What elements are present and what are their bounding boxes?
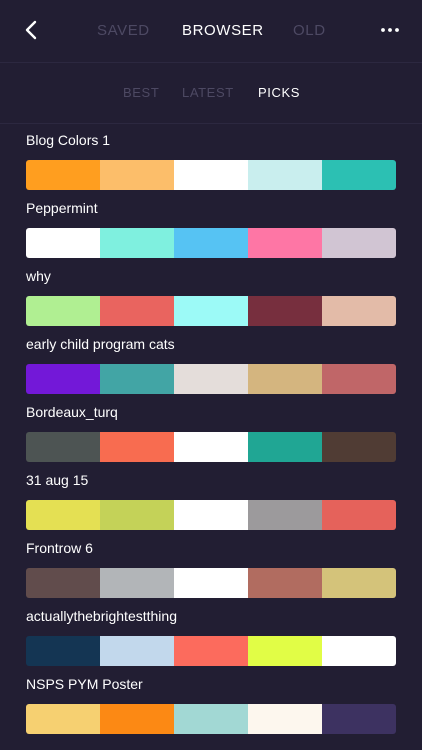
color-swatch[interactable] [174, 704, 248, 734]
color-swatch[interactable] [174, 500, 248, 530]
color-swatch[interactable] [322, 568, 396, 598]
tab-old[interactable]: OLD [293, 22, 326, 39]
color-swatch[interactable] [174, 432, 248, 462]
tab-browser[interactable]: BROWSER [182, 22, 264, 39]
color-swatch[interactable] [26, 500, 100, 530]
color-swatch[interactable] [248, 704, 322, 734]
more-horizontal-icon [381, 28, 399, 32]
subtab-latest[interactable]: LATEST [182, 85, 234, 100]
palette-name: why [26, 268, 51, 284]
color-swatch[interactable] [26, 704, 100, 734]
color-swatch[interactable] [248, 500, 322, 530]
color-swatch[interactable] [174, 160, 248, 190]
palette-swatches[interactable] [26, 704, 396, 734]
color-swatch[interactable] [322, 500, 396, 530]
color-swatch[interactable] [174, 636, 248, 666]
palette-item[interactable]: Frontrow 6 [0, 532, 422, 600]
color-swatch[interactable] [26, 432, 100, 462]
top-bar: SAVED BROWSER OLD [0, 0, 422, 63]
palette-name: Bordeaux_turq [26, 404, 118, 420]
palette-swatches[interactable] [26, 568, 396, 598]
palette-item[interactable]: NSPS PYM Poster [0, 668, 422, 736]
color-swatch[interactable] [100, 704, 174, 734]
palette-name: actuallythebrightestthing [26, 608, 177, 624]
color-swatch[interactable] [100, 432, 174, 462]
sub-tabs: BEST LATEST PICKS [0, 63, 422, 124]
palette-item[interactable]: 31 aug 15 [0, 464, 422, 532]
palette-swatches[interactable] [26, 500, 396, 530]
palette-swatches[interactable] [26, 432, 396, 462]
color-swatch[interactable] [322, 636, 396, 666]
more-button[interactable] [380, 22, 400, 38]
palette-item[interactable]: why [0, 260, 422, 328]
palette-list: Blog Colors 1 Peppermint why early child pr… [0, 124, 422, 736]
color-swatch[interactable] [322, 160, 396, 190]
color-swatch[interactable] [322, 296, 396, 326]
color-swatch[interactable] [26, 568, 100, 598]
palette-item[interactable]: early child program cats [0, 328, 422, 396]
color-swatch[interactable] [322, 228, 396, 258]
palette-name: Frontrow 6 [26, 540, 93, 556]
palette-swatches[interactable] [26, 228, 396, 258]
color-swatch[interactable] [100, 228, 174, 258]
color-swatch[interactable] [248, 568, 322, 598]
color-swatch[interactable] [100, 160, 174, 190]
tab-saved[interactable]: SAVED [97, 22, 150, 39]
subtab-best[interactable]: BEST [123, 85, 159, 100]
color-swatch[interactable] [174, 296, 248, 326]
color-swatch[interactable] [248, 228, 322, 258]
palette-swatches[interactable] [26, 296, 396, 326]
palette-swatches[interactable] [26, 364, 396, 394]
color-swatch[interactable] [26, 160, 100, 190]
color-swatch[interactable] [174, 364, 248, 394]
color-swatch[interactable] [248, 296, 322, 326]
palette-swatches[interactable] [26, 160, 396, 190]
palette-name: Peppermint [26, 200, 98, 216]
color-swatch[interactable] [100, 568, 174, 598]
color-swatch[interactable] [248, 636, 322, 666]
color-swatch[interactable] [100, 636, 174, 666]
palette-item[interactable]: Bordeaux_turq [0, 396, 422, 464]
color-swatch[interactable] [322, 704, 396, 734]
color-swatch[interactable] [100, 296, 174, 326]
palette-swatches[interactable] [26, 636, 396, 666]
color-swatch[interactable] [26, 296, 100, 326]
color-swatch[interactable] [100, 364, 174, 394]
palette-item[interactable]: Peppermint [0, 192, 422, 260]
color-swatch[interactable] [26, 228, 100, 258]
color-swatch[interactable] [26, 636, 100, 666]
subtab-picks[interactable]: PICKS [258, 85, 300, 100]
color-swatch[interactable] [322, 432, 396, 462]
palette-name: Blog Colors 1 [26, 132, 111, 148]
palette-item[interactable]: Blog Colors 1 [0, 124, 422, 192]
palette-name: 31 aug 15 [26, 472, 89, 488]
color-swatch[interactable] [26, 364, 100, 394]
main-tabs: SAVED BROWSER OLD [0, 22, 422, 42]
palette-name: NSPS PYM Poster [26, 676, 143, 692]
color-swatch[interactable] [174, 228, 248, 258]
color-swatch[interactable] [100, 500, 174, 530]
color-swatch[interactable] [248, 364, 322, 394]
color-swatch[interactable] [322, 364, 396, 394]
color-swatch[interactable] [174, 568, 248, 598]
color-swatch[interactable] [248, 160, 322, 190]
color-swatch[interactable] [248, 432, 322, 462]
palette-name: early child program cats [26, 336, 175, 352]
palette-item[interactable]: actuallythebrightestthing [0, 600, 422, 668]
